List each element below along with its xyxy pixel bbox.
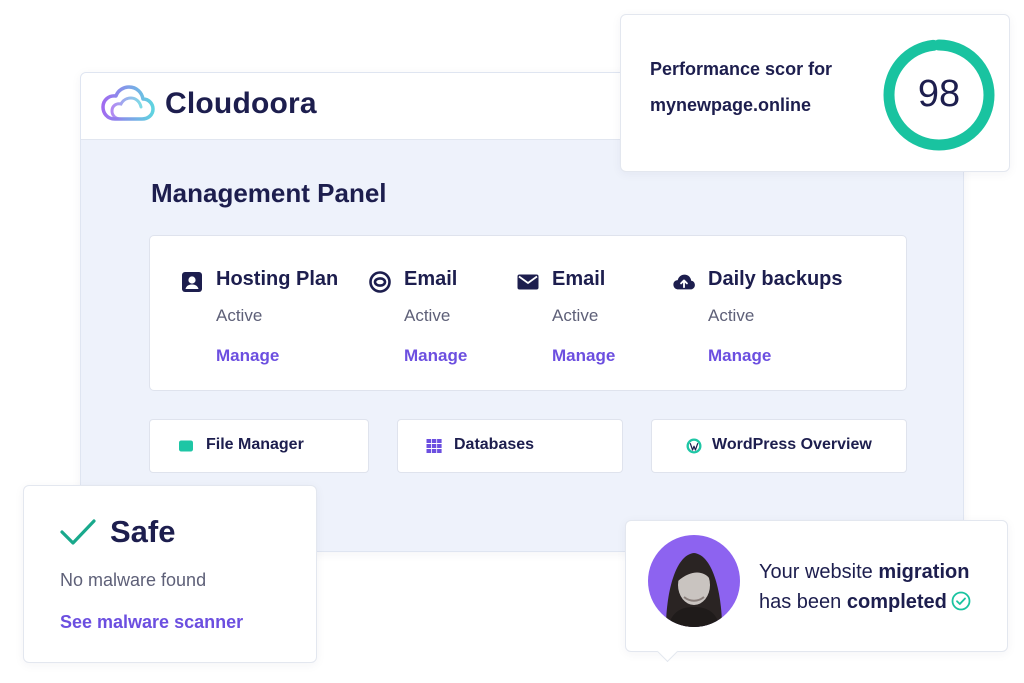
folder-icon (179, 440, 193, 452)
performance-score: 98 (917, 73, 961, 115)
performance-score-card: Performance scor for mynewpage.online 98 (620, 14, 1010, 172)
check-circle-icon (951, 591, 971, 611)
message-text: Your website (759, 561, 879, 583)
service-title: Email (404, 268, 458, 290)
service-status: Active (216, 306, 263, 325)
service-title: Daily backups (708, 268, 843, 290)
brand-name: Cloudoora (165, 87, 317, 120)
cloud-logo-icon (101, 85, 155, 121)
wordpress-icon (686, 438, 702, 454)
manage-email-inbox-link[interactable]: Manage (552, 346, 615, 366)
services-summary: Hosting Plan Active Manage Email Active … (149, 235, 907, 391)
avatar (648, 535, 740, 627)
tool-label: WordPress Overview (712, 436, 872, 453)
manage-hosting-plan-link[interactable]: Manage (216, 346, 279, 366)
malware-scanner-link[interactable]: See malware scanner (60, 612, 243, 633)
malware-status-card: Safe No malware found See malware scanne… (23, 485, 317, 663)
envelope-icon (517, 274, 539, 290)
migration-notification: Your website migration has been complete… (625, 520, 1008, 663)
performance-label: Performance scor for (650, 59, 833, 79)
service-title: Email (552, 268, 606, 290)
message-text: has been (759, 591, 847, 613)
service-status: Active (708, 306, 755, 325)
speech-tail (656, 640, 679, 663)
databases-button[interactable]: Databases (397, 419, 623, 473)
manage-email-link[interactable]: Manage (404, 346, 467, 366)
service-title: Hosting Plan (216, 268, 339, 290)
cloud-upload-icon (673, 274, 695, 290)
page-title: Management Panel (151, 178, 387, 208)
migration-message-line-1: Your website migration (759, 561, 969, 584)
check-icon (60, 519, 96, 545)
malware-scan-result: No malware found (60, 570, 207, 590)
security-status-title: Safe (110, 514, 176, 549)
grid-icon (426, 439, 442, 453)
message-emphasis: completed (846, 591, 947, 613)
at-sign-icon (369, 271, 391, 293)
user-card-icon (182, 272, 202, 292)
migration-message-line-2: has been completed (759, 591, 971, 614)
tool-label: File Manager (206, 436, 304, 453)
tool-label: Databases (454, 436, 535, 453)
service-status: Active (404, 306, 451, 325)
file-manager-button[interactable]: File Manager (149, 419, 369, 473)
wordpress-overview-button[interactable]: WordPress Overview (651, 419, 907, 473)
performance-domain: mynewpage.online (650, 95, 812, 115)
manage-daily-backups-link[interactable]: Manage (708, 346, 771, 366)
message-emphasis: migration (878, 561, 970, 583)
service-status: Active (552, 306, 599, 325)
